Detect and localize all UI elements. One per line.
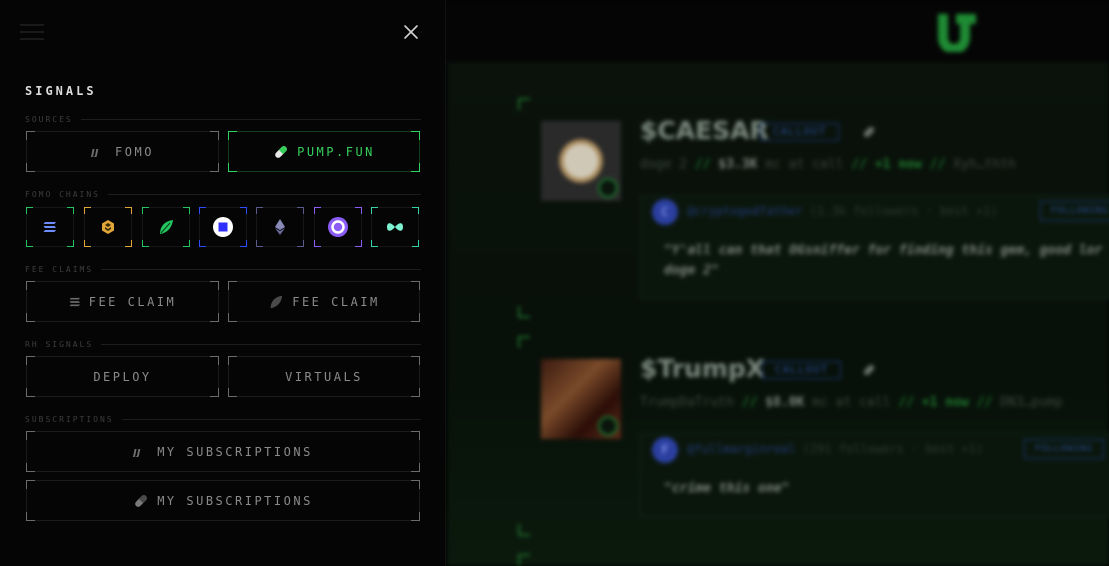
- chain-base-button[interactable]: [199, 207, 247, 247]
- callout-badge: CALLOUT: [760, 123, 840, 141]
- fee-claim-pump-button[interactable]: FEE CLAIM: [228, 281, 420, 322]
- chain-bnb-button[interactable]: [84, 207, 132, 247]
- caller-handle[interactable]: @cryptogodfather (1.3k followers · best …: [687, 204, 998, 218]
- card-corner: [518, 306, 530, 318]
- chain-pump-button[interactable]: [142, 207, 190, 247]
- status-dot-icon: [598, 416, 618, 436]
- ring-icon: [328, 217, 348, 237]
- card-corner: [518, 524, 530, 536]
- pump-subscriptions-button[interactable]: MY SUBSCRIPTIONS: [26, 480, 420, 521]
- caller-handle[interactable]: @fullmarginreal (291 followers · best +1…: [687, 442, 983, 456]
- source-pumpfun-label: PUMP.FUN: [297, 144, 375, 159]
- hyperliquid-icon: [387, 223, 403, 231]
- pill-icon: [135, 494, 148, 507]
- app-logo-icon: [938, 14, 976, 52]
- subscriptions-label: MY SUBSCRIPTIONS: [157, 493, 313, 508]
- fee-claim-solana-button[interactable]: FEE CLAIM: [26, 281, 219, 322]
- pill-icon: [275, 145, 287, 158]
- deploy-button[interactable]: DEPLOY: [26, 356, 219, 397]
- following-button[interactable]: FOLLOWING: [1040, 201, 1109, 221]
- virtuals-button[interactable]: VIRTUALS: [228, 356, 420, 397]
- signals-drawer: SIGNALS SOURCES JJ FOMO PUMP.FUN FOMO CH…: [0, 0, 446, 566]
- subscriptions-label: MY SUBSCRIPTIONS: [157, 444, 313, 459]
- hamburger-menu-icon[interactable]: [20, 24, 44, 42]
- chain-ethereum-button[interactable]: [256, 207, 304, 247]
- caller-avatar[interactable]: F: [652, 437, 678, 463]
- following-button[interactable]: FOLLOWING: [1024, 439, 1104, 459]
- leaf-icon: [270, 295, 283, 308]
- deploy-label: DEPLOY: [93, 369, 152, 384]
- callout-badge: CALLOUT: [762, 361, 842, 379]
- source-fomo-button[interactable]: JJ FOMO: [26, 131, 219, 172]
- section-label-fomo-chains: FOMO CHAINS: [25, 188, 421, 200]
- pill-icon: [863, 126, 875, 138]
- solana-icon: [43, 222, 56, 232]
- caller-quote: "Y'all can that OGsniffer for finding th…: [664, 243, 1103, 278]
- fee-claim-label: FEE CLAIM: [292, 294, 380, 309]
- fomo-icon: JJ: [91, 148, 99, 157]
- source-pumpfun-button[interactable]: PUMP.FUN: [228, 131, 420, 172]
- fomo-subscriptions-button[interactable]: JJ MY SUBSCRIPTIONS: [26, 431, 420, 472]
- chain-abstract-button[interactable]: [314, 207, 362, 247]
- base-icon: [213, 217, 233, 237]
- card-corner: [518, 336, 530, 348]
- leaf-icon: [160, 220, 173, 234]
- drawer-title: SIGNALS: [25, 84, 97, 98]
- section-label-subscriptions: SUBSCRIPTIONS: [25, 413, 421, 425]
- card-corner: [518, 554, 530, 566]
- solana-icon: [69, 297, 80, 306]
- card-corner: [518, 98, 530, 110]
- svg-text:JJ: JJ: [91, 148, 99, 157]
- token-subtitle: doge 2 // $3.3K mc at call // +1 now // …: [640, 157, 1016, 172]
- token-ticker[interactable]: $CAESAR: [640, 116, 769, 145]
- fomo-icon: JJ: [133, 448, 141, 457]
- caller-avatar[interactable]: C: [652, 199, 678, 225]
- svg-text:JJ: JJ: [133, 448, 141, 457]
- token-subtitle: TrumpDaTruth // $8.0K mc at call // +1 n…: [640, 395, 1063, 410]
- fee-claim-label: FEE CLAIM: [88, 294, 177, 309]
- bnb-icon: [102, 220, 114, 234]
- section-label-fee-claims: FEE CLAIMS: [25, 263, 421, 275]
- pill-icon: [863, 364, 875, 376]
- ethereum-icon: [275, 219, 285, 235]
- close-icon[interactable]: [401, 22, 421, 42]
- chain-hyperliquid-button[interactable]: [371, 207, 419, 247]
- virtuals-label: VIRTUALS: [285, 369, 363, 384]
- section-label-sources: SOURCES: [25, 113, 421, 125]
- status-dot-icon: [598, 178, 618, 198]
- source-fomo-label: FOMO: [115, 144, 154, 159]
- section-label-rh-signals: RH SIGNALS: [25, 338, 421, 350]
- caller-quote: "crime this one": [664, 481, 790, 496]
- token-ticker[interactable]: $TrumpX: [640, 354, 765, 383]
- chain-solana-button[interactable]: [26, 207, 74, 247]
